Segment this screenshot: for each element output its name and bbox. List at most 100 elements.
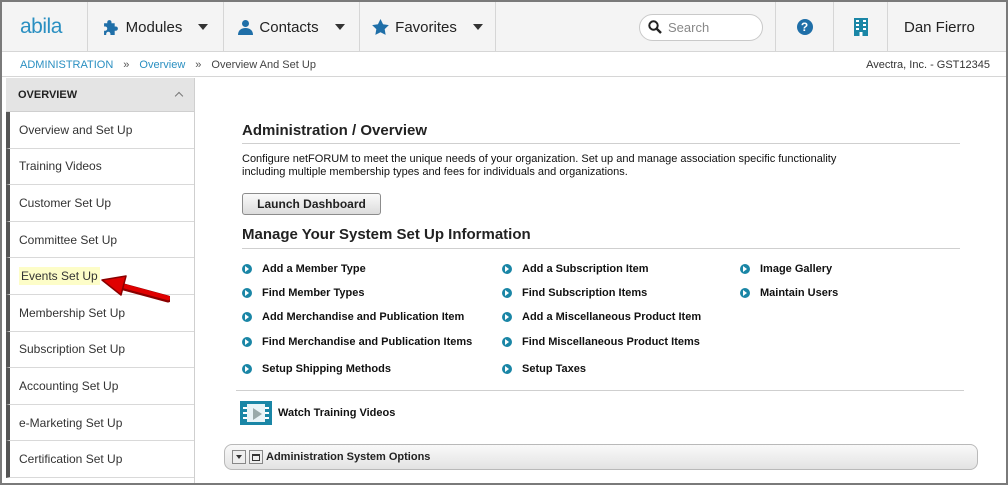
search-icon (648, 20, 662, 34)
link-label: Add a Subscription Item (522, 263, 649, 275)
arrow-circle-icon (502, 364, 512, 374)
find-subscription-link[interactable]: Find Subscription Items (502, 287, 647, 299)
arrow-circle-icon (242, 264, 252, 274)
link-label: Find Subscription Items (522, 287, 648, 299)
modules-label: Modules (125, 18, 183, 36)
arrow-circle-icon (502, 312, 512, 322)
sidebar-item-emarketing-setup[interactable]: e-Marketing Set Up (6, 404, 194, 442)
image-gallery-link[interactable]: Image Gallery (740, 263, 832, 275)
puzzle-icon (103, 19, 120, 36)
user-menu[interactable]: Dan Fierro (888, 2, 1006, 52)
sidebar-item-label: Overview and Set Up (19, 122, 133, 137)
contacts-label: Contacts (259, 18, 319, 36)
contacts-menu[interactable]: Contacts (224, 2, 360, 52)
sidebar-item-customer-setup[interactable]: Customer Set Up (6, 185, 194, 222)
arrow-circle-icon (740, 288, 750, 298)
arrow-circle-icon (242, 337, 252, 347)
red-arrow-annotation (101, 275, 170, 303)
arrow-circle-icon (502, 337, 512, 347)
sidebar-item-label: Subscription Set Up (19, 342, 126, 357)
arrow-circle-icon (242, 288, 252, 298)
chevron-down-icon (334, 24, 345, 30)
expand-icon[interactable] (232, 450, 246, 464)
find-member-types-link[interactable]: Find Member Types (242, 287, 364, 299)
breadcrumb: ADMINISTRATION » Overview » Overview And… (2, 53, 1006, 77)
sidebar-header-label: OVERVIEW (18, 88, 78, 101)
arrow-circle-icon (242, 364, 252, 374)
app-window: abila Modules Contacts Favorites Search … (0, 0, 1008, 485)
add-misc-product-link[interactable]: Add a Miscellaneous Product Item (502, 311, 701, 323)
divider (242, 248, 960, 249)
watch-training-videos-link[interactable]: Watch Training Videos (240, 401, 395, 425)
window-icon[interactable] (249, 450, 263, 464)
divider (236, 390, 964, 391)
link-label: Add Merchandise and Publication Item (262, 311, 465, 323)
sidebar-item-label: e-Marketing Set Up (19, 415, 123, 430)
link-label: Maintain Users (760, 287, 839, 299)
link-label: Find Merchandise and Publication Items (262, 336, 473, 348)
help-button[interactable]: ? (776, 2, 834, 52)
film-video-icon (240, 401, 272, 425)
section-title: Manage Your System Set Up Information (242, 226, 531, 243)
link-label: Setup Taxes (522, 363, 586, 375)
options-panel-title: Administration System Options (266, 451, 431, 463)
chevron-down-icon (472, 24, 483, 30)
link-label: Find Miscellaneous Product Items (522, 336, 700, 348)
breadcrumb-separator: » (195, 58, 202, 71)
administration-options-panel[interactable]: Administration System Options (224, 444, 978, 470)
maintain-users-link[interactable]: Maintain Users (740, 287, 838, 299)
find-merchandise-link[interactable]: Find Merchandise and Publication Items (242, 336, 472, 348)
sidebar-item-label: Committee Set Up (19, 232, 118, 247)
link-label: Find Member Types (262, 287, 365, 299)
sidebar-item-accounting-setup[interactable]: Accounting Set Up (6, 368, 194, 405)
breadcrumb-current: Overview And Set Up (211, 58, 316, 71)
breadcrumb-administration[interactable]: ADMINISTRATION (20, 59, 113, 71)
breadcrumb-separator: » (123, 58, 130, 71)
setup-shipping-link[interactable]: Setup Shipping Methods (242, 363, 391, 375)
search-placeholder: Search (668, 19, 710, 35)
link-label: Setup Shipping Methods (262, 363, 391, 375)
arrow-circle-icon (502, 264, 512, 274)
main-content: Administration / Overview Configure netF… (196, 78, 1006, 483)
arrow-circle-icon (242, 312, 252, 322)
sidebar-item-label: Training Videos (19, 159, 102, 174)
top-navigation: abila Modules Contacts Favorites Search … (2, 2, 1006, 52)
search-input[interactable]: Search (639, 13, 763, 41)
chevron-up-icon[interactable] (174, 91, 184, 101)
sidebar-item-committee-setup[interactable]: Committee Set Up (6, 221, 194, 259)
add-subscription-link[interactable]: Add a Subscription Item (502, 263, 649, 275)
sidebar-item-certification-setup[interactable]: Certification Set Up (6, 441, 194, 478)
abila-logo[interactable]: abila (2, 2, 88, 52)
organization-label: Avectra, Inc. - GST12345 (866, 58, 990, 71)
star-icon (372, 19, 390, 35)
sidebar-header[interactable]: OVERVIEW (6, 78, 194, 112)
launch-dashboard-button[interactable]: Launch Dashboard (242, 193, 381, 215)
sidebar-item-training-videos[interactable]: Training Videos (6, 148, 194, 186)
organization-button[interactable] (834, 2, 888, 52)
help-icon: ? (796, 19, 813, 35)
breadcrumb-overview[interactable]: Overview (139, 59, 185, 71)
add-merchandise-link[interactable]: Add Merchandise and Publication Item (242, 311, 464, 323)
sidebar-item-label: Certification Set Up (19, 452, 123, 467)
arrow-circle-icon (740, 264, 750, 274)
link-label: Watch Training Videos (278, 407, 396, 419)
link-label: Add a Member Type (262, 263, 366, 275)
favorites-menu[interactable]: Favorites (360, 2, 496, 52)
sidebar-item-overview-setup[interactable]: Overview and Set Up (6, 112, 194, 149)
sidebar-item-label: Accounting Set Up (19, 378, 119, 393)
favorites-label: Favorites (395, 18, 457, 36)
sidebar-item-subscription-setup[interactable]: Subscription Set Up (6, 331, 194, 369)
modules-menu[interactable]: Modules (88, 2, 224, 52)
divider (242, 143, 960, 144)
link-label: Add a Miscellaneous Product Item (522, 311, 702, 323)
add-member-type-link[interactable]: Add a Member Type (242, 263, 366, 275)
sidebar-item-label: Events Set Up (19, 267, 100, 286)
find-misc-product-link[interactable]: Find Miscellaneous Product Items (502, 336, 700, 348)
setup-taxes-link[interactable]: Setup Taxes (502, 363, 586, 375)
search-area: Search (628, 2, 776, 52)
arrow-circle-icon (502, 288, 512, 298)
sidebar-item-label: Membership Set Up (19, 305, 126, 320)
page-description: Configure netFORUM to meet the unique ne… (242, 153, 837, 178)
person-icon (238, 19, 254, 35)
